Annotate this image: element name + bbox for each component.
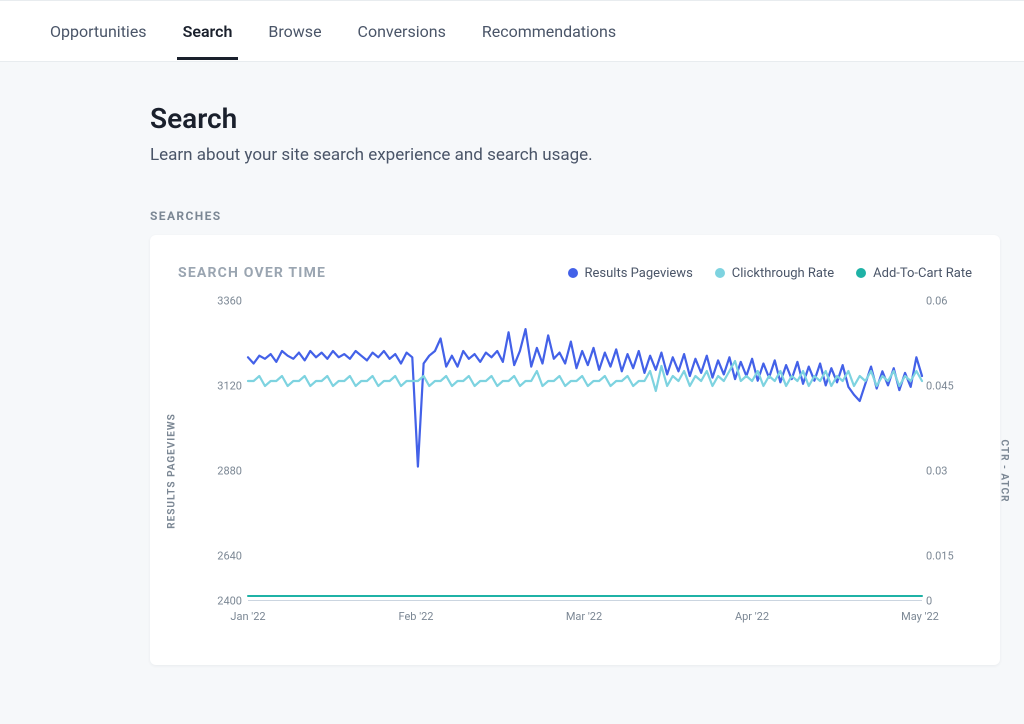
legend-dot-icon bbox=[568, 268, 578, 278]
y-right-tick: 0.015 bbox=[926, 550, 960, 563]
y-right-tick: 0.045 bbox=[926, 380, 960, 393]
top-tabs: Opportunities Search Browse Conversions … bbox=[0, 0, 1024, 62]
x-tick: May '22 bbox=[901, 610, 939, 623]
legend-clickthrough-rate[interactable]: Clickthrough Rate bbox=[715, 266, 834, 281]
x-tick: Apr '22 bbox=[735, 610, 769, 623]
page-body: Search Learn about your site search expe… bbox=[0, 62, 1024, 665]
y-left-tick: 3360 bbox=[208, 295, 242, 308]
tab-search[interactable]: Search bbox=[183, 3, 233, 59]
tab-recommendations[interactable]: Recommendations bbox=[482, 3, 616, 59]
search-over-time-card: SEARCH OVER TIME Results Pageviews Click… bbox=[150, 235, 1000, 665]
card-header: SEARCH OVER TIME Results Pageviews Click… bbox=[178, 265, 972, 281]
legend-add-to-cart-rate[interactable]: Add-To-Cart Rate bbox=[856, 266, 972, 281]
legend-label: Add-To-Cart Rate bbox=[873, 266, 972, 281]
legend-label: Clickthrough Rate bbox=[732, 266, 834, 281]
y-left-tick: 2400 bbox=[208, 595, 242, 608]
section-label-searches: SEARCHES bbox=[150, 209, 974, 223]
y-right-tick: 0.06 bbox=[926, 295, 960, 308]
tab-browse[interactable]: Browse bbox=[268, 3, 321, 59]
chart-svg bbox=[248, 301, 922, 601]
legend-label: Results Pageviews bbox=[585, 266, 693, 281]
page-title: Search bbox=[150, 102, 974, 135]
card-title: SEARCH OVER TIME bbox=[178, 265, 326, 281]
y-right-tick: 0.03 bbox=[926, 465, 960, 478]
y-left-tick: 3120 bbox=[208, 380, 242, 393]
y-axis-right-label: CTR - ATCR bbox=[999, 439, 1010, 502]
y-axis-left-label: RESULTS PAGEVIEWS bbox=[167, 413, 178, 529]
tab-opportunities[interactable]: Opportunities bbox=[50, 3, 147, 59]
y-left-tick: 2640 bbox=[208, 550, 242, 563]
y-right-tick: 0 bbox=[926, 595, 960, 608]
y-left-tick: 2880 bbox=[208, 465, 242, 478]
tab-conversions[interactable]: Conversions bbox=[358, 3, 446, 59]
line-results-pageviews bbox=[248, 329, 922, 467]
page-subtitle: Learn about your site search experience … bbox=[150, 145, 974, 165]
x-tick: Feb '22 bbox=[399, 610, 434, 623]
legend-results-pageviews[interactable]: Results Pageviews bbox=[568, 266, 693, 281]
chart-area: RESULTS PAGEVIEWS CTR - ATCR 3360 3120 2… bbox=[178, 301, 972, 641]
plot-region bbox=[248, 301, 922, 601]
legend-dot-icon bbox=[856, 268, 866, 278]
x-tick: Jan '22 bbox=[230, 610, 265, 623]
chart-legend: Results Pageviews Clickthrough Rate Add-… bbox=[568, 266, 973, 281]
x-tick: Mar '22 bbox=[566, 610, 602, 623]
legend-dot-icon bbox=[715, 268, 725, 278]
